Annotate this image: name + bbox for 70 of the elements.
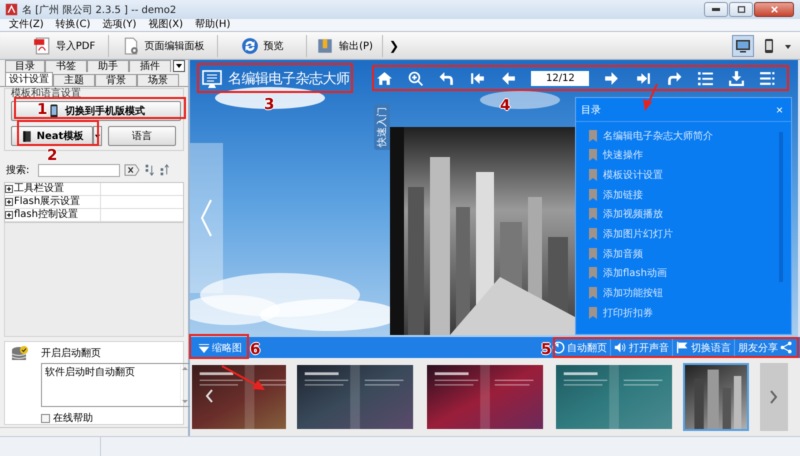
maximize-button[interactable]	[729, 2, 753, 17]
toolbar-button[interactable]: 预览	[218, 34, 306, 58]
checkbox[interactable]	[41, 414, 50, 422]
highlight-frame	[189, 334, 249, 359]
annotation-number: 5	[541, 341, 552, 357]
window-title: 名 [广州 限公司 2.3.5 ] -- demo2	[22, 4, 176, 16]
property-row[interactable]: 工具栏设置	[5, 183, 101, 195]
tab[interactable]: 助手	[87, 60, 129, 72]
tab[interactable]: 插件	[129, 60, 171, 72]
sort-down-icon[interactable]	[144, 163, 156, 177]
description-text: 软件启动时自动翻页	[45, 366, 135, 380]
book-icon	[20, 128, 33, 144]
plus-box-icon[interactable]	[5, 211, 13, 219]
thumbnail[interactable]	[683, 363, 749, 431]
chevron-right-icon	[769, 389, 779, 405]
maximize-icon	[736, 4, 746, 15]
tab[interactable]: 主题	[53, 74, 95, 86]
property-row[interactable]: Flash展示设置	[5, 196, 101, 208]
sort-up-icon[interactable]	[159, 163, 172, 177]
menu-item[interactable]: 视图(X)	[142, 19, 190, 31]
menu-item[interactable]: 选项(Y)	[96, 19, 142, 31]
tab[interactable]: 目录	[5, 60, 45, 72]
toolbar-button[interactable]: 页面编辑面板	[109, 34, 217, 58]
share-icon	[780, 341, 793, 354]
annotation-number: 2	[47, 147, 58, 163]
action-button[interactable]: 打开声音	[610, 339, 672, 356]
toolbar-button[interactable]: 导入PDF	[20, 34, 108, 58]
annotation-number: 6	[250, 341, 260, 357]
desktop-view-button[interactable]	[732, 34, 754, 56]
timer-icon	[552, 341, 565, 354]
thumbnail-toggle[interactable]: 缩略图	[197, 340, 243, 354]
language-button[interactable]: 语言	[108, 126, 176, 146]
plus-box-icon[interactable]	[5, 198, 13, 206]
search-label: 搜索:	[6, 164, 30, 177]
search-field[interactable]	[38, 164, 120, 176]
monitor-icon	[735, 38, 751, 54]
tab[interactable]: 书签	[45, 60, 87, 72]
app-icon	[5, 3, 18, 16]
minimize-icon	[712, 8, 720, 11]
property-label: Flash展示设置	[14, 196, 80, 208]
checkbox-label[interactable]: 在线帮助	[53, 411, 93, 425]
plus-box-icon[interactable]	[5, 185, 13, 193]
dropdown-button[interactable]	[173, 60, 185, 72]
action-button[interactable]: 朋友分享	[734, 339, 796, 356]
menu-item[interactable]: 转换(C)	[50, 19, 96, 31]
close-button[interactable]	[754, 2, 794, 17]
annotation-number: 1	[37, 101, 48, 117]
close-icon	[768, 4, 780, 15]
property-label: flash控制设置	[14, 209, 78, 221]
property-row[interactable]: flash控制设置	[5, 209, 101, 221]
pdf-file-icon	[32, 36, 51, 54]
action-button[interactable]: 切换语言	[672, 339, 734, 356]
menu-item[interactable]: 帮助(H)	[189, 19, 236, 31]
flag-icon	[676, 341, 689, 354]
toolbar-button[interactable]: ❯	[383, 34, 405, 58]
tab[interactable]: 背景	[95, 74, 137, 86]
scroll-down-icon	[181, 399, 189, 405]
speaker-icon	[614, 341, 627, 354]
tab[interactable]: 设计设置	[5, 72, 53, 86]
panel-title: 开启启动翻页	[41, 346, 102, 360]
property-label: 工具栏设置	[14, 183, 64, 195]
action-button[interactable]: 自动翻页	[549, 339, 610, 356]
box-icon	[316, 36, 334, 54]
scroll-up-icon	[181, 365, 189, 371]
tab[interactable]: 场景	[137, 74, 179, 86]
toolbar-button[interactable]: 输出(P)	[307, 34, 382, 58]
minimize-button[interactable]	[704, 2, 728, 17]
clear-search-icon[interactable]	[123, 163, 142, 177]
refresh-icon	[240, 36, 258, 54]
menu-item[interactable]: 文件(Z)	[3, 19, 50, 31]
